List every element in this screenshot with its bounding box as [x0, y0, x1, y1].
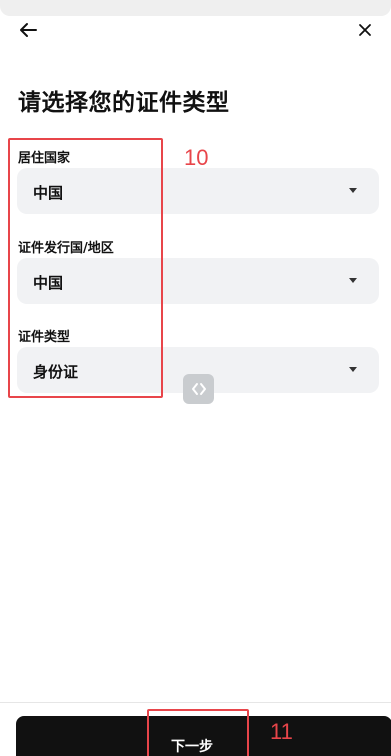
arrow-left-icon — [20, 23, 37, 37]
footer-divider — [0, 702, 391, 703]
back-button[interactable] — [14, 18, 42, 42]
dropdown-caret-icon — [349, 278, 357, 283]
code-swap-icon — [191, 383, 206, 395]
dropdown-caret-icon — [349, 367, 357, 372]
annotation-box-form — [8, 138, 163, 398]
close-icon — [359, 24, 371, 36]
annotation-box-button — [147, 709, 249, 756]
annotation-number-form: 10 — [184, 145, 209, 170]
annotation-number-button: 11 — [270, 719, 293, 744]
floating-handle[interactable] — [183, 374, 214, 404]
close-button[interactable] — [351, 18, 379, 42]
page-title: 请选择您的证件类型 — [18, 90, 230, 116]
top-bar-strip — [0, 0, 391, 16]
dropdown-caret-icon — [349, 188, 357, 193]
